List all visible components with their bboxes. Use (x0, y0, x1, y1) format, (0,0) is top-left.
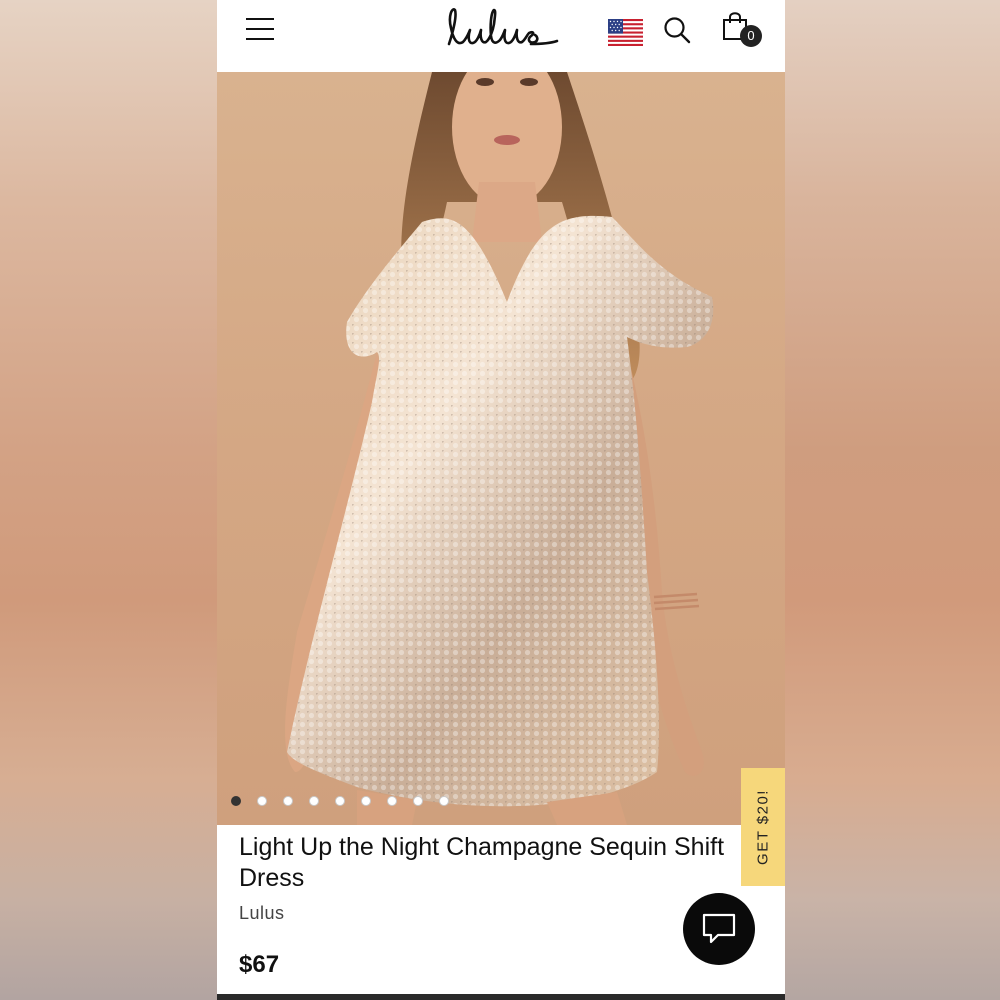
carousel-dot[interactable] (439, 796, 449, 806)
background-blur-left (0, 0, 217, 1000)
background-blur-right (785, 0, 1000, 1000)
product-brand[interactable]: Lulus (239, 903, 285, 924)
shopping-bag-button[interactable]: 0 (722, 11, 762, 49)
carousel-dot[interactable] (413, 796, 423, 806)
carousel-dot[interactable] (309, 796, 319, 806)
carousel-dot[interactable] (361, 796, 371, 806)
product-title: Light Up the Night Champagne Sequin Shif… (239, 833, 725, 892)
us-flag-icon[interactable] (608, 19, 643, 46)
search-icon[interactable] (663, 16, 691, 44)
get-20-promo-tab[interactable]: GET $20! (741, 768, 785, 886)
carousel-dot[interactable] (257, 796, 267, 806)
chat-button[interactable] (683, 893, 755, 965)
chat-bubble-icon (702, 913, 736, 944)
site-header: 0 (217, 0, 785, 72)
carousel-dot[interactable] (387, 796, 397, 806)
image-carousel-dots (231, 796, 449, 810)
promo-label: GET $20! (754, 789, 772, 865)
product-price: $67 (239, 951, 280, 978)
product-image[interactable] (217, 72, 785, 825)
cart-count-badge: 0 (740, 25, 762, 47)
bottom-bar (217, 994, 785, 1000)
lulus-logo[interactable] (443, 2, 561, 54)
carousel-dot[interactable] (335, 796, 345, 806)
mobile-screen: 0 GET $20! Light Up the Night Champagne … (217, 0, 785, 1000)
menu-icon[interactable] (246, 18, 274, 40)
carousel-dot[interactable] (231, 796, 241, 806)
carousel-dot[interactable] (283, 796, 293, 806)
